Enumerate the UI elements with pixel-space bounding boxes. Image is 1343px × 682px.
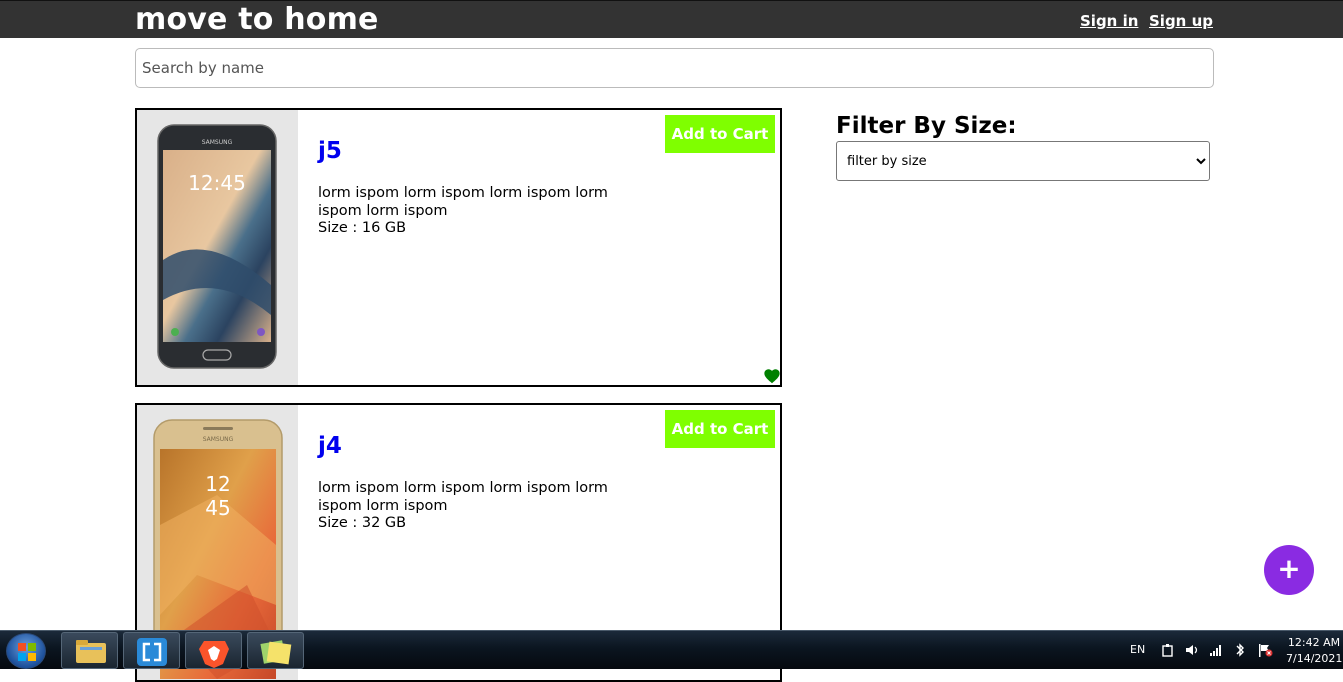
filter-title: Filter By Size: [836, 113, 1017, 139]
add-fab-button[interactable]: + [1264, 545, 1314, 595]
system-clock[interactable]: 12:42 AM 7/14/2021 [1286, 635, 1342, 667]
filter-size-select[interactable]: filter by size [836, 141, 1210, 181]
signin-link[interactable]: Sign in [1080, 12, 1138, 30]
product-description: lorm ispom lorm ispom lorm ispom lorm is… [318, 185, 608, 219]
add-to-cart-button[interactable]: Add to Cart [665, 410, 775, 448]
add-to-cart-button[interactable]: Add to Cart [665, 115, 775, 153]
signal-icon[interactable] [1209, 643, 1223, 657]
brand-title[interactable]: move to home [135, 2, 379, 38]
sticky-notes-icon [260, 640, 292, 665]
power-icon[interactable] [1161, 643, 1175, 657]
windows-logo-icon [18, 643, 36, 661]
app-icon [137, 638, 167, 666]
top-navbar: move to home Sign in Sign up [0, 0, 1343, 38]
volume-icon[interactable] [1185, 643, 1199, 657]
product-title[interactable]: j5 [318, 138, 342, 164]
svg-text:SAMSUNG: SAMSUNG [202, 139, 233, 146]
product-size: Size : 16 GB [318, 220, 407, 236]
product-card: SAMSUNG 12:45 j5 lorm ispom lorm ispom l… [135, 108, 782, 387]
phone-black-image: SAMSUNG 12:45 [157, 124, 277, 369]
language-indicator[interactable]: EN [1130, 643, 1145, 656]
taskbar-brave[interactable] [185, 632, 242, 669]
file-explorer-icon [76, 640, 106, 663]
svg-text:12: 12 [205, 472, 230, 496]
brave-browser-icon [199, 641, 229, 668]
product-description: lorm ispom lorm ispom lorm ispom lorm is… [318, 480, 608, 514]
start-button[interactable] [6, 633, 46, 669]
clock-date: 7/14/2021 [1286, 652, 1343, 665]
clock-time: 12:42 AM [1287, 636, 1341, 649]
taskbar-file-explorer[interactable] [61, 632, 118, 669]
svg-text:SAMSUNG: SAMSUNG [203, 436, 234, 443]
taskbar-app[interactable] [123, 632, 180, 669]
taskbar: EN 12:42 AM 7/14/2021 [0, 630, 1343, 669]
product-size: Size : 32 GB [318, 515, 407, 531]
svg-text:45: 45 [205, 496, 230, 520]
heart-icon[interactable] [763, 368, 781, 384]
svg-text:12:45: 12:45 [188, 171, 246, 195]
action-center-flag-icon[interactable] [1257, 643, 1273, 657]
signup-link[interactable]: Sign up [1149, 12, 1213, 30]
search-input[interactable] [135, 48, 1214, 88]
taskbar-sticky-notes[interactable] [247, 632, 304, 669]
bluetooth-icon[interactable] [1233, 642, 1247, 658]
product-title[interactable]: j4 [318, 433, 342, 459]
product-image: SAMSUNG 12:45 [137, 110, 298, 385]
